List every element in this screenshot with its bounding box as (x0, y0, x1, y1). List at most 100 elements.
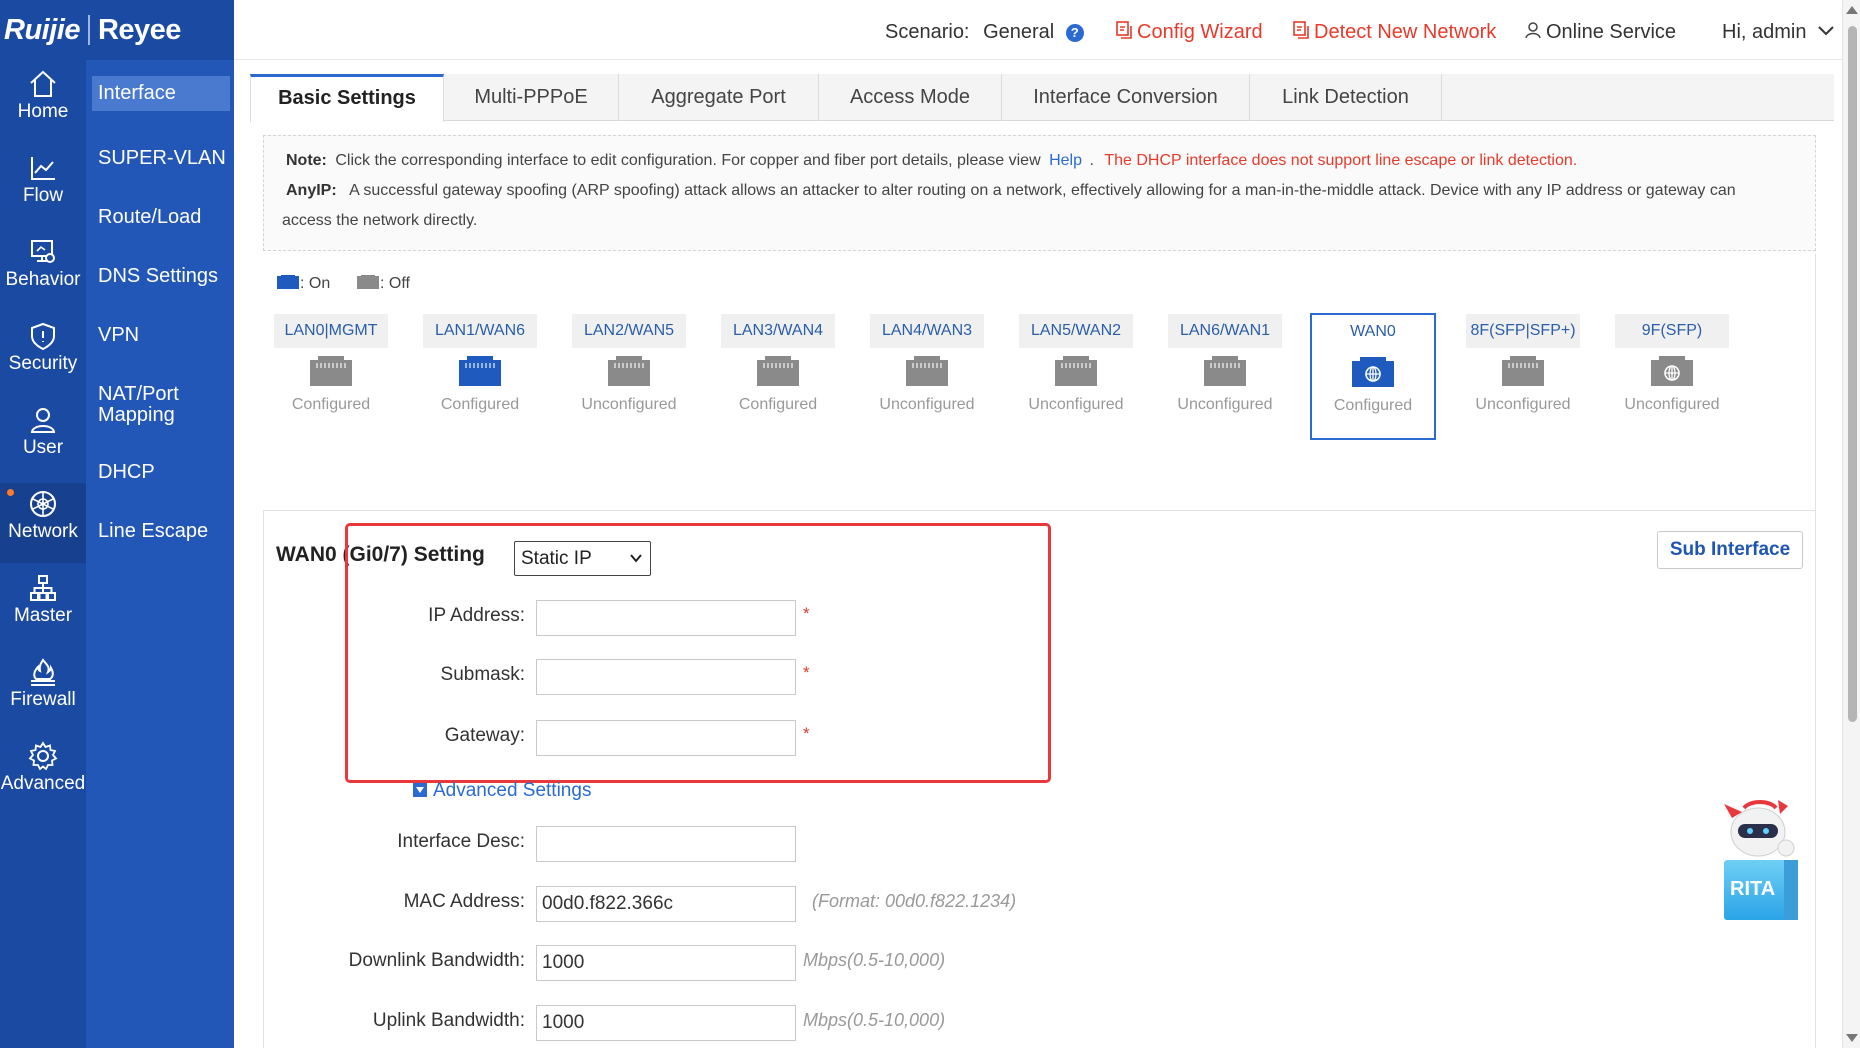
port-lan1-wan6[interactable]: LAN1/WAN6 Configured (417, 314, 543, 414)
ethernet-port-icon (1460, 348, 1586, 394)
downlink-range-hint: Mbps(0.5-10,000) (803, 950, 946, 970)
nav-behavior[interactable]: Behavior (0, 231, 86, 311)
nav-security[interactable]: Security (0, 315, 86, 395)
robot-mascot-icon (1724, 800, 1795, 857)
interface-desc-label: Interface Desc: (397, 831, 525, 852)
top-header: Scenario: General ? Config Wizard Detect… (234, 0, 1860, 60)
online-service-label: Online Service (1546, 21, 1677, 43)
subnav-nat-port-mapping[interactable]: NAT/Port Mapping (92, 377, 202, 433)
port-status: Unconfigured (1475, 396, 1571, 413)
panel-border-right (1815, 254, 1816, 1048)
nav-flow[interactable]: Flow (0, 147, 86, 227)
downlink-bandwidth-input[interactable] (536, 945, 796, 981)
port-status: Unconfigured (1028, 396, 1124, 413)
help-link[interactable]: Help (1049, 152, 1082, 169)
tab-access-mode[interactable]: Access Mode (819, 74, 1002, 121)
port-label: LAN5/WAN2 (1019, 314, 1133, 348)
rita-box: RITA (1724, 860, 1798, 920)
port-status: Unconfigured (879, 396, 975, 413)
globe-icon (30, 491, 56, 517)
port-lan4-wan3[interactable]: LAN4/WAN3 Unconfigured (864, 314, 990, 414)
mac-address-label: MAC Address: (403, 891, 525, 912)
port-on-icon (277, 275, 299, 289)
scroll-thumb[interactable] (1848, 26, 1857, 722)
downlink-bandwidth-label: Downlink Bandwidth: (348, 950, 525, 971)
online-service-link[interactable]: Online Service (1524, 20, 1676, 44)
subnav-dhcp[interactable]: DHCP (92, 455, 230, 490)
nav-firewall-label: Firewall (10, 689, 76, 710)
nav-user[interactable]: User (0, 399, 86, 479)
chevron-down-icon (1818, 26, 1834, 36)
subnav-route-load[interactable]: Route/Load (92, 200, 230, 235)
rita-assistant[interactable]: RITA (1718, 796, 1802, 936)
nav-advanced-label: Advanced (0, 773, 86, 794)
port-off-icon (357, 275, 379, 289)
port-lan2-wan5[interactable]: LAN2/WAN5 Unconfigured (566, 314, 692, 414)
port-lan3-wan4[interactable]: LAN3/WAN4 Configured (715, 314, 841, 414)
port-label: LAN0|MGMT (274, 314, 388, 348)
help-icon[interactable]: ? (1065, 24, 1084, 42)
user-icon (30, 408, 56, 433)
nav-advanced[interactable]: Advanced (0, 735, 86, 815)
subnav-interface[interactable]: Interface (92, 76, 230, 111)
port-9f-sfp-[interactable]: 9F(SFP) Unconfigured (1609, 314, 1735, 414)
dhcp-warning: The DHCP interface does not support line… (1104, 152, 1578, 169)
config-wizard-link[interactable]: Config Wizard (1116, 20, 1263, 44)
legend-on-label: : On (300, 275, 331, 292)
shield-icon (31, 322, 55, 351)
port-lan5-wan2[interactable]: LAN5/WAN2 Unconfigured (1013, 314, 1139, 414)
user-menu[interactable]: Hi, admin (1722, 20, 1834, 44)
wan-port-icon (1312, 349, 1434, 395)
tab-multi-pppoe[interactable]: Multi-PPPoE (444, 74, 619, 121)
service-agent-icon (1525, 22, 1541, 39)
nav-flow-label: Flow (22, 185, 64, 206)
expand-icon (413, 783, 427, 797)
note-label: Note: (286, 152, 327, 169)
anyip-line-1: AnyIP: A successful gateway spoofing (AR… (286, 182, 1736, 200)
nav-firewall[interactable]: Firewall (0, 651, 86, 731)
secondary-nav: Interface SUPER-VLAN Route/Load DNS Sett… (86, 60, 234, 1048)
scroll-up-arrow[interactable] (1846, 6, 1858, 14)
tab-interface-conversion[interactable]: Interface Conversion (1002, 74, 1250, 121)
port-wan0[interactable]: WAN0 Configured (1310, 313, 1436, 440)
highlight-box (345, 523, 1051, 783)
ethernet-port-icon (566, 348, 692, 394)
nav-network-label: Network (8, 521, 78, 542)
config-wizard-label: Config Wizard (1137, 21, 1263, 43)
subnav-line-escape[interactable]: Line Escape (92, 514, 230, 549)
subnav-super-vlan[interactable]: SUPER-VLAN (92, 141, 230, 176)
uplink-bandwidth-input[interactable] (536, 1005, 796, 1041)
sub-interface-button[interactable]: Sub Interface (1657, 531, 1803, 569)
tab-link-detection[interactable]: Link Detection (1250, 74, 1442, 121)
ethernet-port-icon (268, 348, 394, 394)
behavior-icon (31, 240, 55, 263)
ethernet-port-icon (1013, 348, 1139, 394)
subnav-vpn[interactable]: VPN (92, 318, 230, 353)
note-box: Note: Click the corresponding interface … (263, 135, 1816, 251)
mac-address-input[interactable] (536, 886, 796, 922)
interface-desc-input[interactable] (536, 826, 796, 862)
anyip-text-1: A successful gateway spoofing (ARP spoof… (349, 182, 1736, 199)
port-lan0-mgmt[interactable]: LAN0|MGMT Configured (268, 314, 394, 414)
primary-nav: Home Flow Behavior Security User Network… (0, 60, 86, 1048)
reyee-logo: Reyee (97, 13, 181, 46)
detect-network-link[interactable]: Detect New Network (1293, 20, 1496, 44)
nav-home[interactable]: Home (0, 63, 86, 143)
nav-security-label: Security (8, 353, 78, 374)
page-scrollbar[interactable] (1842, 0, 1860, 1048)
advanced-settings-toggle[interactable]: Advanced Settings (413, 780, 591, 802)
port-lan6-wan1[interactable]: LAN6/WAN1 Unconfigured (1162, 314, 1288, 414)
subnav-dns-settings[interactable]: DNS Settings (92, 259, 230, 294)
tab-aggregate-port[interactable]: Aggregate Port (619, 74, 819, 121)
nav-master-label: Master (13, 605, 73, 626)
ethernet-port-icon (417, 348, 543, 394)
port-label: 9F(SFP) (1615, 314, 1729, 348)
tab-basic-settings[interactable]: Basic Settings (250, 74, 444, 122)
nav-master[interactable]: Master (0, 567, 86, 647)
greeting-label: Hi, admin (1722, 21, 1807, 43)
port-label: WAN0 (1318, 315, 1428, 349)
brand-logo[interactable]: Ruijie Reyee (0, 0, 234, 60)
scroll-down-arrow[interactable] (1846, 1034, 1858, 1042)
port-8f-sfp-sfp-[interactable]: 8F(SFP|SFP+) Unconfigured (1460, 314, 1586, 414)
rita-arrow (1784, 860, 1798, 920)
